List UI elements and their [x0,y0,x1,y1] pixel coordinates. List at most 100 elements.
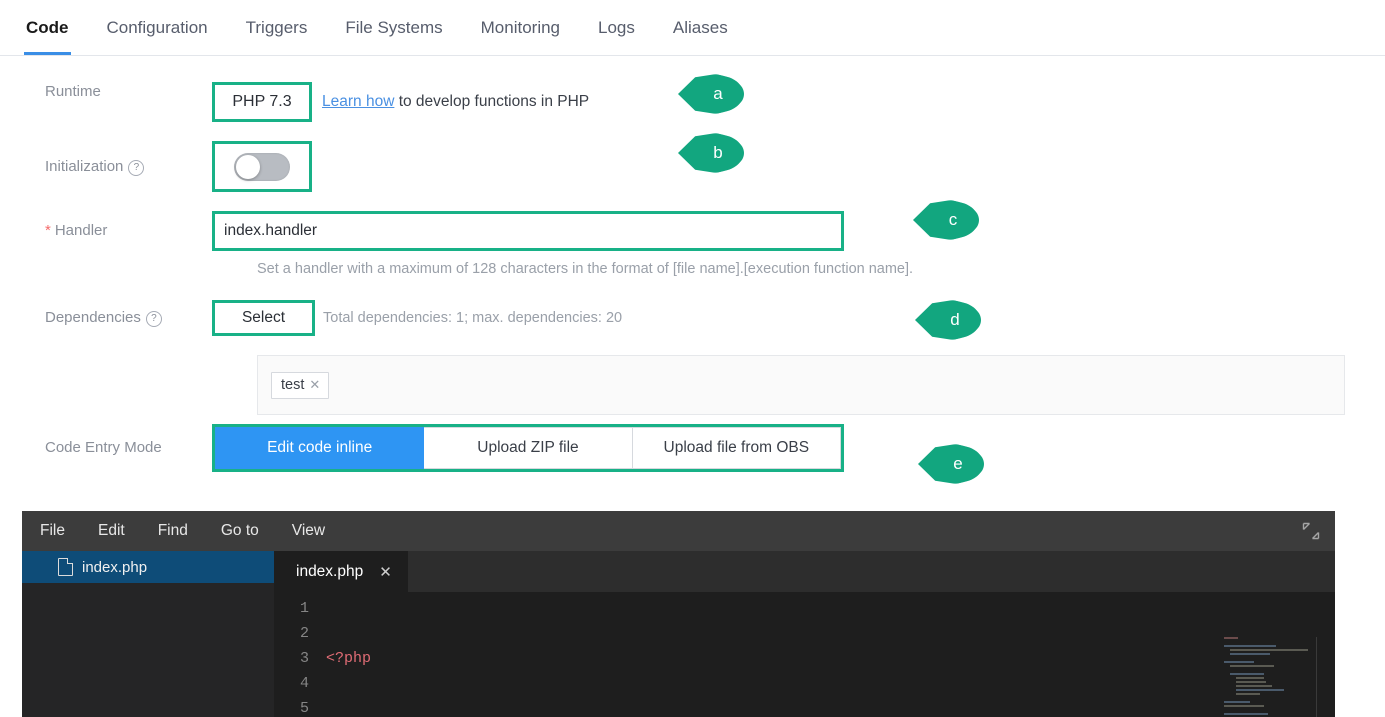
dependencies-chip-panel: test ✕ [257,355,1345,415]
handler-label: * Handler [0,211,212,251]
tab-label: Code [26,18,69,37]
tab-code[interactable]: Code [24,0,70,55]
required-marker: * [45,222,51,239]
callout-pin-c: c [913,200,979,240]
dependencies-label: Dependencies? [0,300,212,336]
dependencies-summary: Total dependencies: 1; max. dependencies… [323,310,623,326]
code-line: <?php [326,646,1335,671]
tab-configuration[interactable]: Configuration [107,0,208,54]
initialization-label: Initialization? [0,141,212,192]
editor-tab-bar: index.php ✕ [274,551,1335,592]
chip-label: test [281,377,305,393]
callout-blob [918,444,984,484]
runtime-value: PHP 7.3 [232,93,292,110]
menu-label: View [291,522,326,539]
file-tree-item-label: index.php [82,558,148,576]
callout-pin-d: d [915,300,981,340]
code-lines: <?php function handler($event, $context)… [326,596,1335,717]
select-dependencies-button[interactable]: Select [212,300,315,336]
editor-menu-bar: File Edit Find Go to View [22,511,1335,551]
runtime-value-box[interactable]: PHP 7.3 [212,82,312,122]
line-number: 4 [299,675,309,692]
code-entry-mode-group: Edit code inline Upload ZIP file Upload … [212,424,844,472]
tab-file-systems[interactable]: File Systems [345,0,442,54]
editor-minimap[interactable] [1220,637,1317,717]
menu-label: Edit [97,522,125,539]
option-label: Edit code inline [267,439,373,456]
code-entry-option-zip[interactable]: Upload ZIP file [424,427,633,469]
code-entry-mode-row: Code Entry Mode Edit code inline Upload … [0,424,1385,472]
callout-pin-a: a [678,74,744,114]
option-label: Upload ZIP file [477,439,579,456]
menu-label: Find [157,522,188,539]
handler-input-box[interactable]: index.handler [212,211,844,251]
question-mark-icon[interactable]: ? [128,160,145,176]
code-entry-option-obs[interactable]: Upload file from OBS [632,427,841,469]
editor-tab-index-php[interactable]: index.php ✕ [274,551,408,592]
callout-letter: a [713,84,723,103]
callout-letter: d [950,310,960,329]
tab-label: Aliases [672,18,728,37]
handler-hint: Set a handler with a maximum of 128 char… [257,261,914,277]
dependencies-label-text: Dependencies [45,309,141,326]
callout-blob [915,300,981,340]
tab-logs[interactable]: Logs [598,0,635,54]
code-entry-mode-label: Code Entry Mode [45,439,162,456]
menu-view[interactable]: View [292,522,325,540]
code-area[interactable]: 1 2 3 4 5 <?php function handler($event,… [274,592,1335,717]
file-tree-item-index-php[interactable]: index.php [22,551,274,583]
line-number: 5 [299,700,309,717]
runtime-label: Runtime [45,83,101,100]
line-number: 3 [299,650,309,667]
code-entry-option-inline[interactable]: Edit code inline [215,427,425,469]
menu-edit[interactable]: Edit [98,522,125,540]
tab-aliases[interactable]: Aliases [673,0,728,54]
callout-blob [678,74,744,114]
file-icon [58,558,73,576]
menu-file[interactable]: File [40,522,65,540]
menu-label: Go to [220,522,259,539]
expand-arrows-icon[interactable] [1301,521,1321,541]
code-editor-panel: File Edit Find Go to View index.php inde… [22,511,1335,717]
callout-pin-e: e [918,444,984,484]
menu-goto[interactable]: Go to [221,522,259,540]
dependency-chip-test[interactable]: test ✕ [271,372,330,399]
dependencies-row: Dependencies? Select Total dependencies:… [0,300,1385,336]
callout-blob [913,200,979,240]
close-icon[interactable]: ✕ [309,377,320,392]
handler-row: * Handler index.handler [0,211,1385,251]
option-label: Upload file from OBS [663,439,810,456]
initialization-toggle-box[interactable] [212,141,312,192]
editor-main: index.php ✕ 1 2 3 4 5 <?php function han… [274,551,1335,717]
menu-label: File [40,522,65,539]
tab-label: Triggers [245,18,308,37]
tab-label: Monitoring [480,18,561,37]
file-tree: index.php [22,551,274,717]
tab-monitoring[interactable]: Monitoring [481,0,560,54]
close-icon[interactable]: ✕ [379,563,392,581]
editor-body: index.php index.php ✕ 1 2 3 4 5 <?php [22,551,1335,717]
initialization-label-text: Initialization [45,158,124,175]
runtime-help-suffix: to develop functions in PHP [394,93,590,110]
handler-label-text: Handler [54,222,108,239]
select-button-label: Select [241,309,286,326]
toggle-knob [236,154,260,179]
question-mark-icon[interactable]: ? [145,311,162,327]
learn-how-link[interactable]: Learn how [322,93,394,110]
callout-blob [678,133,744,173]
line-number: 1 [299,600,309,617]
initialization-toggle[interactable] [234,152,290,181]
line-number: 2 [299,625,309,642]
tab-triggers[interactable]: Triggers [246,0,308,54]
editor-tab-label: index.php [296,562,364,580]
tab-label: File Systems [345,18,443,37]
menu-find[interactable]: Find [158,522,188,540]
callout-pin-b: b [678,133,744,173]
runtime-help-text: Learn how to develop functions in PHP [322,82,589,122]
tab-label: Logs [598,18,635,37]
callout-letter: e [953,454,963,473]
tab-label: Configuration [106,18,208,37]
main-tab-bar: Code Configuration Triggers File Systems… [0,0,1385,56]
callout-letter: c [948,210,958,229]
line-number-gutter: 1 2 3 4 5 [274,596,326,717]
